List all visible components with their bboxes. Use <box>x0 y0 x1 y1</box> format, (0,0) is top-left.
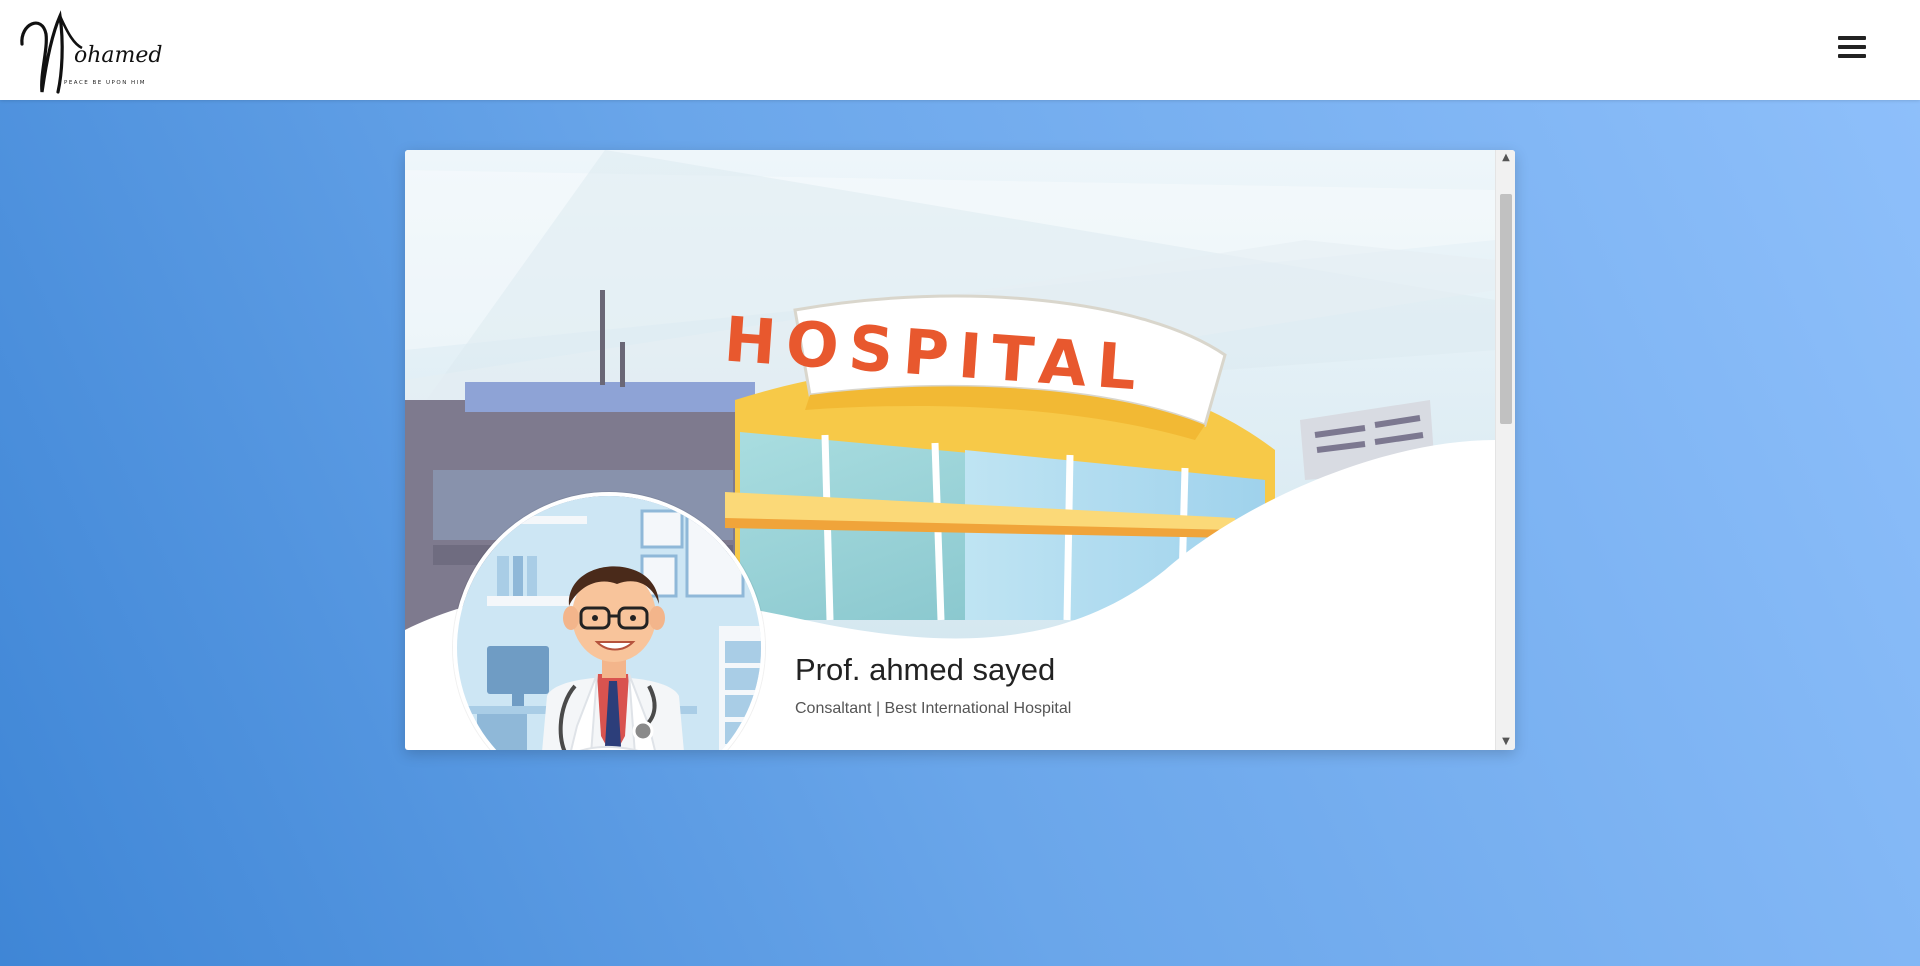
scroll-down-arrow-icon[interactable]: ▼ <box>1496 734 1515 750</box>
top-navbar: ohamed PEACE BE UPON HIM <box>0 0 1920 100</box>
logo-tagline: PEACE BE UPON HIM <box>64 80 146 86</box>
doctor-name: Prof. ahmed sayed <box>795 652 1056 687</box>
card-scrollbar[interactable]: ▲ ▼ <box>1495 150 1515 750</box>
hamburger-menu-icon[interactable] <box>1838 36 1866 62</box>
doctor-title-subtitle: Consaltant | Best International Hospital <box>795 700 1072 717</box>
scroll-up-arrow-icon[interactable]: ▲ <box>1496 150 1515 166</box>
brand-logo[interactable]: ohamed PEACE BE UPON HIM <box>12 4 172 96</box>
doctor-profile-card: HOSPITAL Prof. ahmed sayed Consaltant | … <box>405 150 1515 750</box>
scrollbar-thumb[interactable] <box>1500 194 1512 424</box>
logo-wordmark: ohamed <box>74 43 163 68</box>
